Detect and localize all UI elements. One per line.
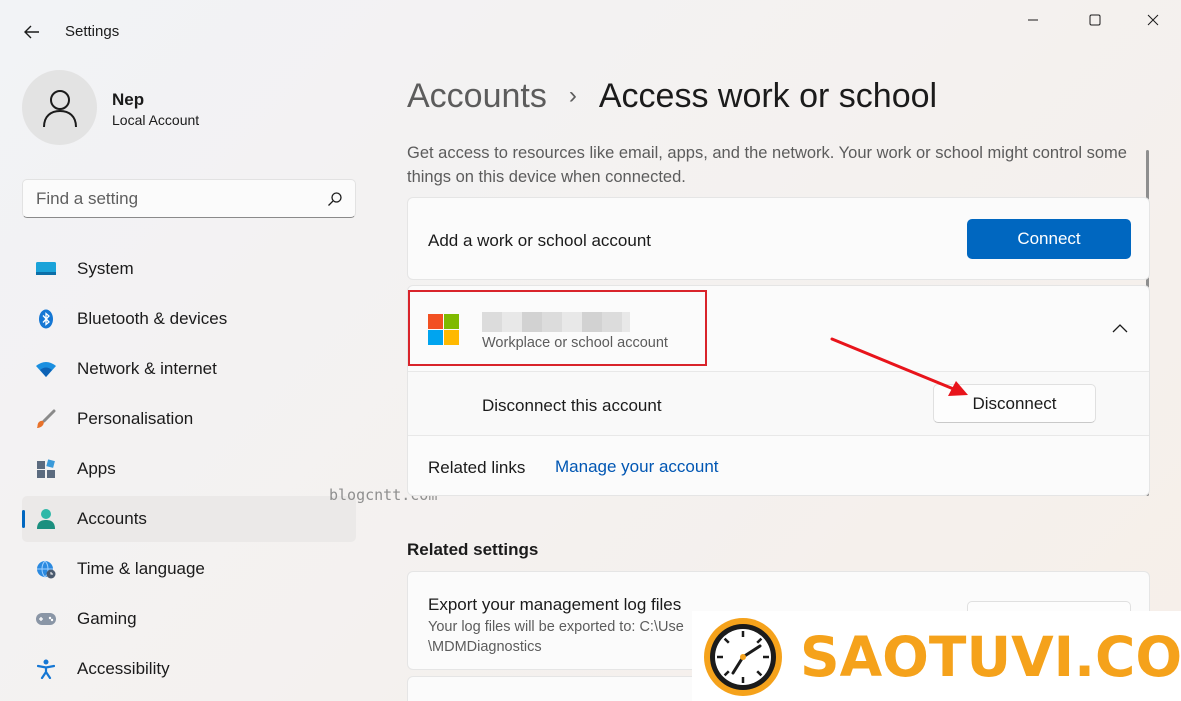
sidebar-item-label: Network & internet <box>77 359 217 378</box>
sidebar-item-system[interactable]: System <box>22 246 356 292</box>
account-header[interactable]: Workplace or school account <box>408 286 1149 371</box>
minimize-icon <box>1028 19 1038 21</box>
sidebar-item-label: Personalisation <box>77 409 194 428</box>
chevron-up-icon[interactable] <box>1111 320 1129 338</box>
sidebar-item-gaming[interactable]: Gaming <box>22 596 356 642</box>
close-button[interactable] <box>1130 4 1176 36</box>
sidebar-item-accounts[interactable]: Accounts <box>22 496 356 542</box>
add-account-card: Add a work or school account Connect <box>407 197 1150 280</box>
avatar <box>22 70 97 145</box>
account-type-label: Workplace or school account <box>482 335 668 351</box>
disconnect-label: Disconnect this account <box>482 396 662 415</box>
close-icon <box>1147 14 1159 26</box>
related-settings-title: Related settings <box>407 540 539 559</box>
brand-text: SAOTUVI.COM <box>800 625 1181 689</box>
user-icon <box>42 89 77 127</box>
person-icon <box>36 509 56 529</box>
maximize-button[interactable] <box>1072 4 1118 36</box>
sidebar-item-apps[interactable]: Apps <box>22 446 356 492</box>
brand-watermark: SAOTUVI.COM <box>692 611 1181 701</box>
bluetooth-icon <box>36 309 56 329</box>
search-box <box>22 179 356 218</box>
manage-account-link[interactable]: Manage your account <box>555 457 719 477</box>
breadcrumb-parent[interactable]: Accounts <box>407 77 547 116</box>
back-button[interactable] <box>14 16 50 48</box>
sidebar-nav: System Bluetooth & devices Network & int… <box>22 246 356 696</box>
globe-clock-icon <box>36 559 56 579</box>
selection-indicator <box>22 510 25 528</box>
brush-icon <box>36 409 56 429</box>
connected-account-card: Workplace or school account Disconnect t… <box>407 285 1150 496</box>
related-links-label: Related links <box>428 458 526 477</box>
sidebar-item-label: Accessibility <box>77 659 170 678</box>
apps-icon <box>36 459 56 479</box>
app-title: Settings <box>65 23 120 40</box>
sidebar-item-label: Bluetooth & devices <box>77 309 228 328</box>
sidebar-item-label: Accounts <box>77 509 147 528</box>
sidebar-item-label: Apps <box>77 459 116 478</box>
sidebar-item-label: Time & language <box>77 559 205 578</box>
export-log-title: Export your management log files <box>428 595 682 614</box>
sidebar-item-label: Gaming <box>77 609 137 628</box>
related-links-row: Related links Manage your account <box>408 435 1149 495</box>
sidebar-item-bluetooth[interactable]: Bluetooth & devices <box>22 296 356 342</box>
accessibility-icon <box>36 659 56 679</box>
wifi-icon <box>36 359 56 379</box>
disconnect-button[interactable]: Disconnect <box>933 384 1096 423</box>
breadcrumb-separator: › <box>568 82 577 109</box>
title-bar: Settings <box>0 0 1181 62</box>
minimize-button[interactable] <box>1010 4 1056 36</box>
monitor-icon <box>36 259 56 279</box>
page-title: Access work or school <box>598 76 938 115</box>
add-account-label: Add a work or school account <box>428 231 652 250</box>
sidebar-item-accessibility[interactable]: Accessibility <box>22 646 356 692</box>
sidebar-item-time-language[interactable]: Time & language <box>22 546 356 592</box>
sidebar-item-network[interactable]: Network & internet <box>22 346 356 392</box>
microsoft-logo-icon <box>428 314 459 345</box>
sidebar-item-personalisation[interactable]: Personalisation <box>22 396 356 442</box>
redacted-account-name <box>482 312 630 332</box>
gamepad-icon <box>36 609 56 629</box>
disconnect-row: Disconnect this account Disconnect <box>408 371 1149 435</box>
connect-button[interactable]: Connect <box>967 219 1131 259</box>
profile-account-type: Local Account <box>112 112 200 128</box>
breadcrumb: Accounts › Access work or school <box>407 74 937 118</box>
search-input[interactable] <box>23 180 313 217</box>
back-arrow-icon <box>24 25 39 39</box>
maximize-icon <box>1089 14 1101 26</box>
sidebar-item-label: System <box>77 259 134 278</box>
search-icon[interactable] <box>327 191 343 207</box>
page-description: Get access to resources like email, apps… <box>407 144 1127 186</box>
clock-logo-icon <box>704 618 782 696</box>
profile-name: Nep <box>112 90 145 109</box>
export-log-description: Your log files will be exported to: C:\U… <box>428 619 684 655</box>
